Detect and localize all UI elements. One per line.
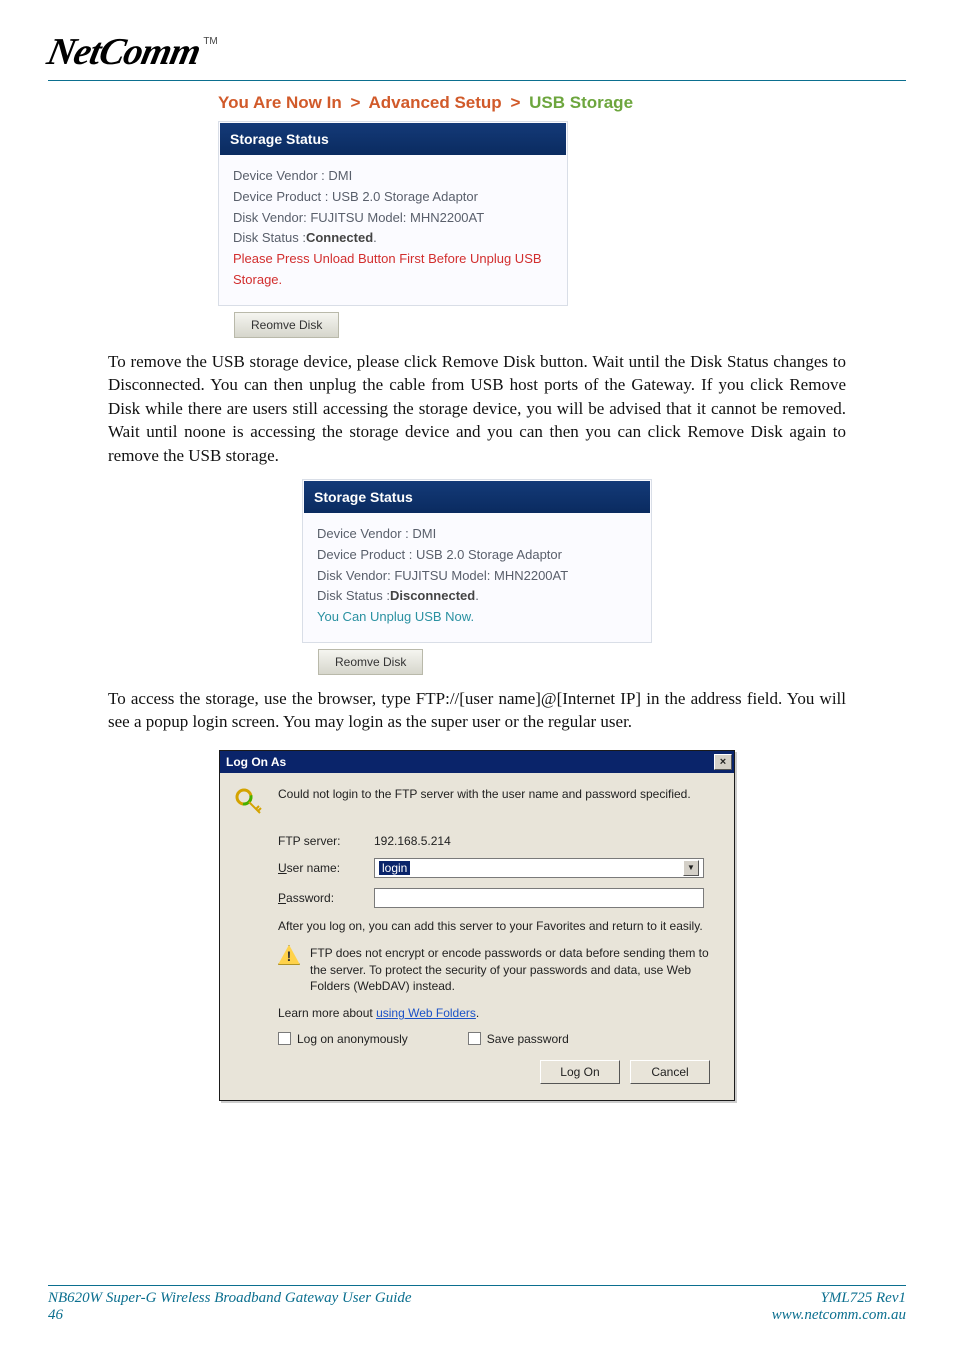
log-on-button[interactable]: Log On (540, 1060, 620, 1084)
panel1-status-label: Disk Status : (233, 230, 306, 245)
tm-mark: TM (203, 30, 217, 47)
remove-disk-button-1[interactable]: Reomve Disk (234, 312, 339, 338)
dialog-fields: FTP server: 192.168.5.214 User name: log… (278, 834, 718, 908)
header-divider (48, 80, 906, 81)
footer-guide-title: NB620W Super-G Wireless Broadband Gatewa… (48, 1290, 412, 1307)
favorites-note: After you log on, you can add this serve… (278, 918, 718, 935)
dialog-buttons: Log On Cancel (234, 1060, 718, 1088)
footer-right: YML725 Rev1 www.netcomm.com.au (772, 1290, 906, 1324)
cancel-button[interactable]: Cancel (630, 1060, 710, 1084)
close-icon[interactable]: × (714, 754, 732, 770)
panel1-diskvendor: Disk Vendor: FUJITSU Model: MHN2200AT (233, 208, 553, 229)
storage-status-panel-disconnected: Storage Status Device Vendor : DMI Devic… (302, 479, 652, 643)
dialog-error-msg: Could not login to the FTP server with t… (278, 787, 718, 801)
panel1-status-value: Connected (306, 230, 373, 245)
save-pass-label: Save password (487, 1032, 569, 1046)
password-row: Password: (278, 888, 718, 908)
panel1-warning: Please Press Unload Button First Before … (233, 249, 553, 291)
panel1-area: You Are Now In > Advanced Setup > USB St… (218, 89, 906, 338)
panel1-title: Storage Status (220, 123, 566, 155)
dialog-msg-row: Could not login to the FTP server with t… (234, 787, 718, 820)
breadcrumb-sep1: > (346, 93, 364, 112)
storage-status-panel-connected: Storage Status Device Vendor : DMI Devic… (218, 121, 568, 306)
footer-url: www.netcomm.com.au (772, 1307, 906, 1324)
checkbox-icon (278, 1032, 291, 1045)
web-folders-link[interactable]: using Web Folders (376, 1006, 476, 1020)
security-warning-text: FTP does not encrypt or encode passwords… (310, 945, 710, 995)
key-icon (234, 787, 264, 820)
panel1-status: Disk Status :Connected. (233, 228, 553, 249)
panel2-product: Device Product : USB 2.0 Storage Adaptor (317, 545, 637, 566)
dialog-title-text: Log On As (226, 755, 286, 769)
paragraph-ftp-instructions: To access the storage, use the browser, … (108, 687, 846, 734)
username-combo[interactable]: login ▼ (374, 858, 704, 878)
security-warning-row: ! FTP does not encrypt or encode passwor… (278, 945, 710, 995)
password-field[interactable] (374, 888, 704, 908)
footer-page-number: 46 (48, 1307, 412, 1324)
breadcrumb-current: USB Storage (529, 93, 633, 112)
breadcrumb-mid: Advanced Setup (369, 93, 502, 112)
logo-block: NetComm TM (48, 30, 906, 74)
ftp-server-row: FTP server: 192.168.5.214 (278, 834, 718, 848)
panel2-body: Device Vendor : DMI Device Product : USB… (303, 514, 651, 642)
panel2-wrap: Storage Status Device Vendor : DMI Devic… (48, 479, 906, 675)
chevron-down-icon[interactable]: ▼ (683, 860, 699, 876)
panel1-body: Device Vendor : DMI Device Product : USB… (219, 156, 567, 305)
panel2-title: Storage Status (304, 481, 650, 513)
ftp-server-label: FTP server: (278, 834, 374, 848)
learn-more-prefix: Learn more about (278, 1006, 376, 1020)
panel2-unplug-msg: You Can Unplug USB Now. (317, 607, 637, 628)
warning-icon: ! (278, 945, 300, 965)
panel2-vendor: Device Vendor : DMI (317, 524, 637, 545)
footer-divider (48, 1285, 906, 1286)
username-label: User name: (278, 861, 374, 875)
panel1-product: Device Product : USB 2.0 Storage Adaptor (233, 187, 553, 208)
dialog-body: Could not login to the FTP server with t… (220, 773, 734, 1100)
panel2-status: Disk Status :Disconnected. (317, 586, 637, 607)
panel2-status-label: Disk Status : (317, 588, 390, 603)
footer-revision: YML725 Rev1 (772, 1290, 906, 1307)
page-footer: NB620W Super-G Wireless Broadband Gatewa… (48, 1285, 906, 1324)
anon-label: Log on anonymously (297, 1032, 408, 1046)
panel2-status-value: Disconnected (390, 588, 475, 603)
breadcrumb: You Are Now In > Advanced Setup > USB St… (218, 89, 758, 121)
log-on-as-dialog: Log On As × Could not login to the FTP s… (219, 750, 735, 1101)
footer-row: NB620W Super-G Wireless Broadband Gatewa… (48, 1290, 906, 1324)
remove-disk-button-2[interactable]: Reomve Disk (318, 649, 423, 675)
paragraph-remove-instructions: To remove the USB storage device, please… (108, 350, 846, 467)
username-value: login (379, 861, 410, 875)
username-row: User name: login ▼ (278, 858, 718, 878)
breadcrumb-sep2: > (506, 93, 524, 112)
panel1-vendor: Device Vendor : DMI (233, 166, 553, 187)
footer-left: NB620W Super-G Wireless Broadband Gatewa… (48, 1290, 412, 1324)
anon-checkbox[interactable]: Log on anonymously (278, 1032, 408, 1046)
dialog-wrap: Log On As × Could not login to the FTP s… (48, 750, 906, 1101)
learn-more-row: Learn more about using Web Folders. (278, 1005, 718, 1022)
checkbox-row: Log on anonymously Save password (278, 1032, 718, 1046)
logo-text: NetComm (43, 30, 204, 74)
save-pass-checkbox[interactable]: Save password (468, 1032, 569, 1046)
checkbox-icon (468, 1032, 481, 1045)
password-label: Password: (278, 891, 374, 905)
breadcrumb-prefix: You Are Now In (218, 93, 342, 112)
panel2-diskvendor: Disk Vendor: FUJITSU Model: MHN2200AT (317, 566, 637, 587)
ftp-server-value: 192.168.5.214 (374, 834, 451, 848)
dialog-titlebar: Log On As × (220, 751, 734, 773)
